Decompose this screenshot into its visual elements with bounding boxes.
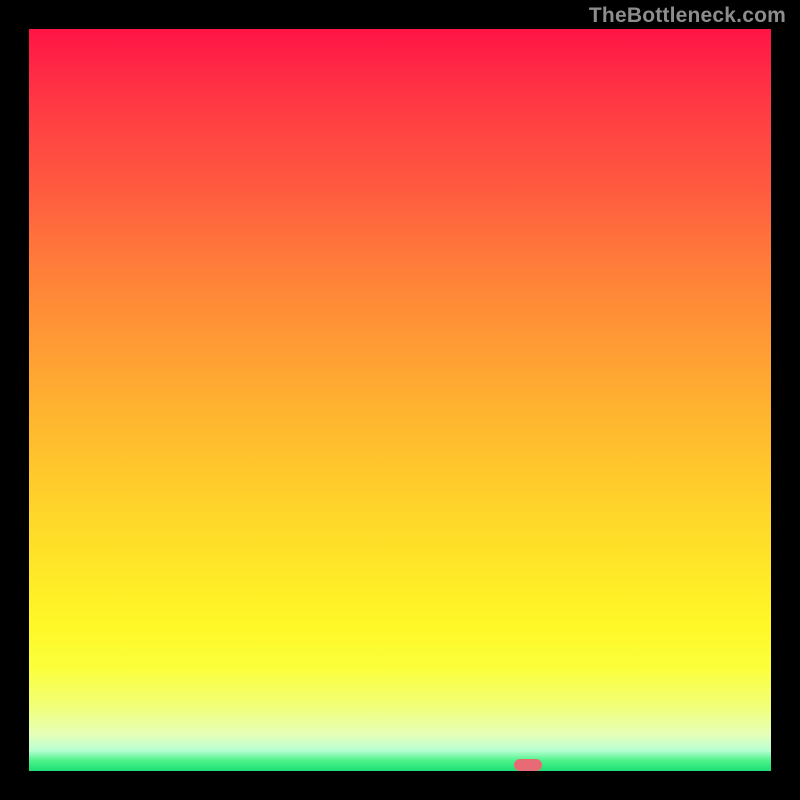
heat-gradient-bg	[29, 29, 771, 771]
plot-area	[29, 29, 771, 771]
optimum-marker	[514, 759, 542, 771]
watermark-text: TheBottleneck.com	[589, 4, 786, 28]
chart-frame: TheBottleneck.com	[0, 0, 800, 800]
